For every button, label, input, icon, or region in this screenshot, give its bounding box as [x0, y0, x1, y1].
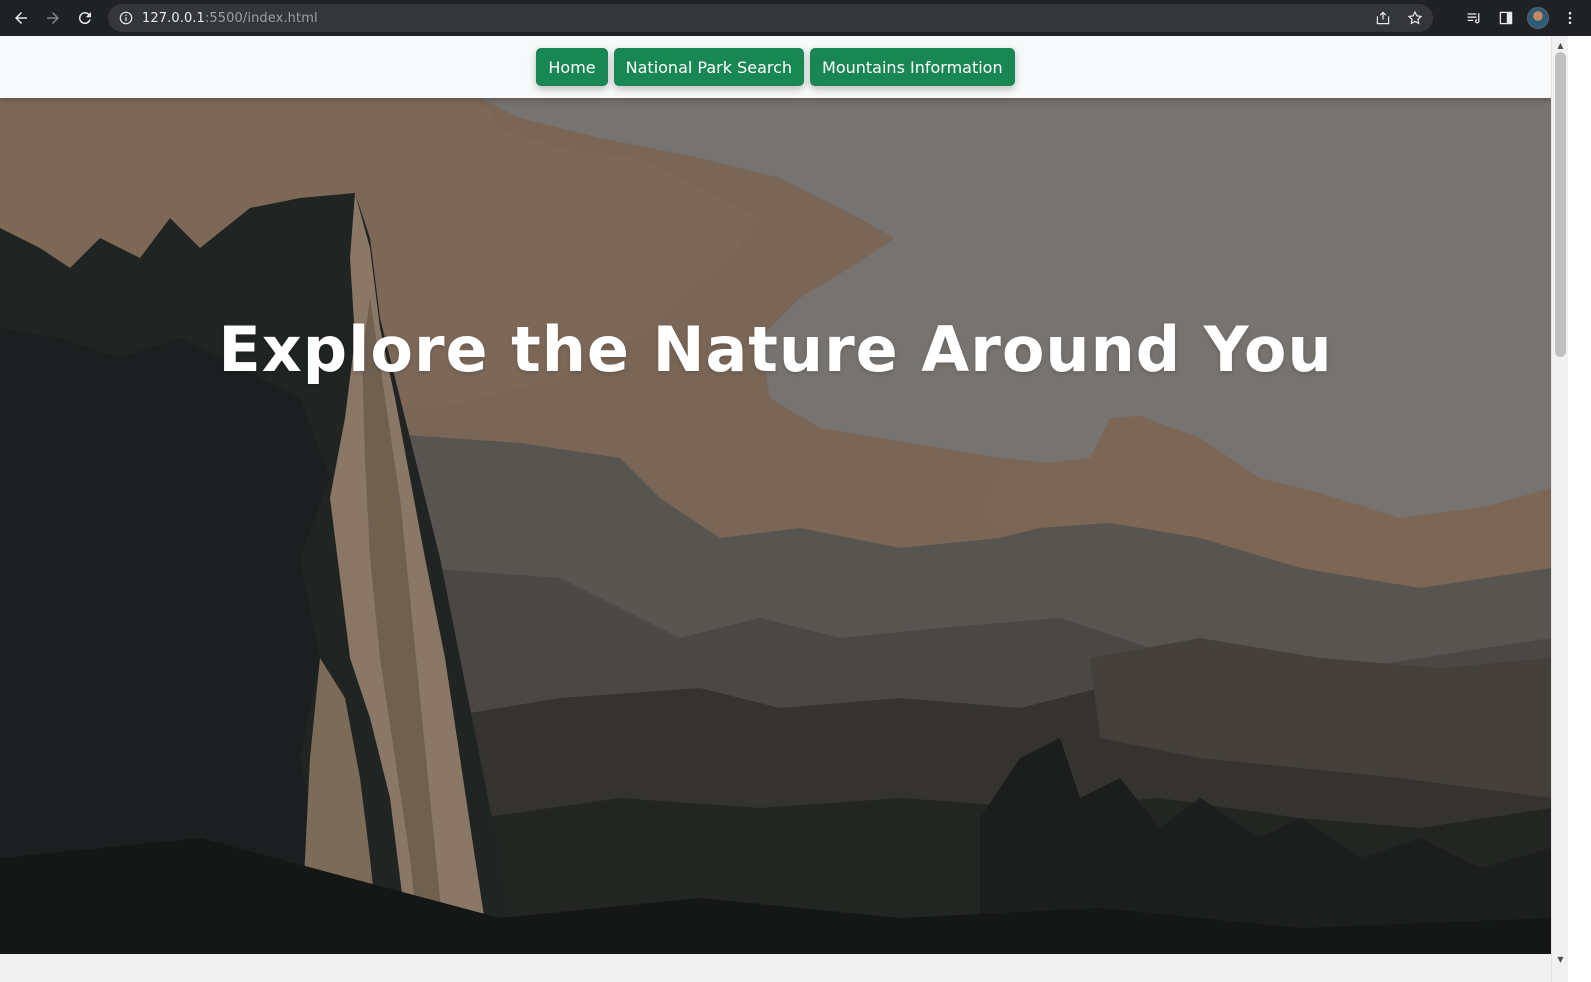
side-panel-icon[interactable] [1495, 7, 1517, 29]
arrow-left-icon [15, 12, 27, 24]
reload-icon [78, 12, 91, 25]
reload-button[interactable] [69, 2, 101, 34]
bottom-strip [0, 954, 1551, 982]
home-button[interactable]: Home [536, 48, 608, 86]
star-icon[interactable] [1405, 8, 1425, 28]
back-button[interactable] [5, 2, 37, 34]
page-viewport: Home National Park Search Mountains Info… [0, 36, 1551, 954]
address-bar[interactable]: 127.0.0.1:5500/index.html [108, 4, 1433, 32]
scroll-up-arrow-icon[interactable]: ▲ [1552, 38, 1569, 52]
mountains-information-button[interactable]: Mountains Information [810, 48, 1015, 86]
scroll-down-arrow-icon[interactable]: ▼ [1552, 952, 1569, 966]
forward-button[interactable] [37, 2, 69, 34]
share-icon[interactable] [1373, 8, 1393, 28]
kebab-menu-icon[interactable] [1559, 7, 1581, 29]
arrow-right-icon [47, 12, 59, 24]
url-text[interactable]: 127.0.0.1:5500/index.html [142, 11, 318, 26]
avatar[interactable] [1527, 7, 1549, 29]
scroll-thumb[interactable] [1555, 52, 1566, 357]
hero-title: Explore the Nature Around You [218, 313, 1333, 386]
url-host: 127.0.0.1 [142, 10, 205, 26]
url-path: :5500/index.html [204, 10, 318, 26]
info-icon[interactable] [118, 10, 134, 26]
hero-section: Explore the Nature Around You [0, 98, 1551, 954]
top-navbar: Home National Park Search Mountains Info… [0, 36, 1551, 98]
national-park-search-button[interactable]: National Park Search [613, 48, 805, 86]
vertical-scrollbar[interactable]: ▲ ▼ [1551, 36, 1568, 982]
window-edge [1568, 36, 1591, 982]
browser-toolbar: 127.0.0.1:5500/index.html [0, 0, 1591, 36]
hero-background-image [0, 98, 1551, 954]
reading-list-icon[interactable] [1463, 7, 1485, 29]
